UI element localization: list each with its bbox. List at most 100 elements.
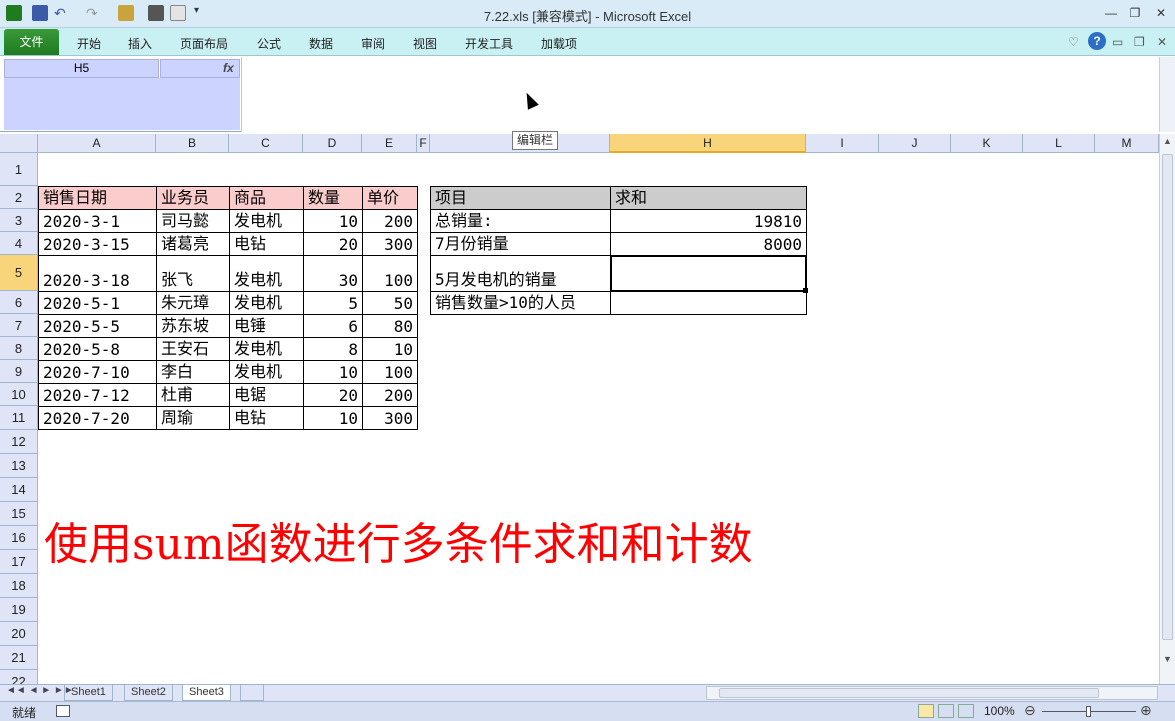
table-cell[interactable]: 100 bbox=[362, 360, 418, 384]
row-header-15[interactable]: 15 bbox=[0, 502, 38, 526]
table-cell[interactable]: 2020-3-18 bbox=[38, 255, 157, 292]
table-cell[interactable]: 10 bbox=[362, 337, 418, 361]
zoom-slider-thumb[interactable] bbox=[1086, 706, 1091, 717]
table2-value-qty-over-10[interactable] bbox=[610, 291, 807, 315]
sheet-tab-3-active[interactable]: Sheet3 bbox=[182, 685, 231, 701]
table1-header-product[interactable]: 商品 bbox=[229, 186, 304, 210]
table-cell[interactable]: 苏东坡 bbox=[156, 314, 230, 338]
col-header-d[interactable]: D bbox=[303, 134, 362, 153]
insert-function-icon[interactable]: fx bbox=[223, 61, 234, 75]
row-header-10[interactable]: 10 bbox=[0, 383, 38, 406]
row-header-21[interactable]: 21 bbox=[0, 646, 38, 670]
table-cell[interactable]: 300 bbox=[362, 406, 418, 430]
tab-formulas[interactable]: 公式 bbox=[257, 35, 281, 52]
tab-file[interactable]: 文件 bbox=[4, 29, 59, 55]
table-cell[interactable]: 张飞 bbox=[156, 255, 230, 292]
table1-header-price[interactable]: 单价 bbox=[362, 186, 418, 210]
table2-label-total[interactable]: 总销量: bbox=[430, 209, 611, 233]
table2-value-july[interactable]: 8000 bbox=[610, 232, 807, 256]
table-cell[interactable]: 100 bbox=[362, 255, 418, 292]
table-cell[interactable]: 2020-5-8 bbox=[38, 337, 157, 361]
table2-label-may-generator[interactable]: 5月发电机的销量 bbox=[430, 255, 611, 292]
table-cell[interactable]: 发电机 bbox=[229, 255, 304, 292]
table-cell[interactable]: 10 bbox=[303, 406, 363, 430]
row-header-18[interactable]: 18 bbox=[0, 574, 38, 598]
select-all-corner[interactable] bbox=[0, 134, 38, 153]
tab-developer[interactable]: 开发工具 bbox=[465, 35, 513, 52]
table-cell[interactable]: 发电机 bbox=[229, 291, 304, 315]
table-cell[interactable]: 8 bbox=[303, 337, 363, 361]
table-cell[interactable]: 80 bbox=[362, 314, 418, 338]
tab-view[interactable]: 视图 bbox=[413, 35, 437, 52]
row-header-14[interactable]: 14 bbox=[0, 478, 38, 502]
ribbon-minimize-icon[interactable]: ♡ bbox=[1068, 35, 1079, 49]
table-cell[interactable]: 电钻 bbox=[229, 232, 304, 256]
sheet-tab-1[interactable]: Sheet1 bbox=[64, 685, 113, 701]
table-cell[interactable]: 5 bbox=[303, 291, 363, 315]
table-cell[interactable]: 电锯 bbox=[229, 383, 304, 407]
col-header-c[interactable]: C bbox=[229, 134, 303, 153]
table-cell[interactable]: 电钻 bbox=[229, 406, 304, 430]
zoom-in-icon[interactable]: ⊕ bbox=[1140, 702, 1152, 719]
table-cell[interactable]: 发电机 bbox=[229, 209, 304, 233]
col-header-f[interactable]: F bbox=[417, 134, 430, 153]
tab-page-layout[interactable]: 页面布局 bbox=[180, 35, 228, 52]
help-icon[interactable]: ? bbox=[1088, 32, 1106, 50]
col-header-h[interactable]: H bbox=[610, 134, 806, 153]
table2-label-july[interactable]: 7月份销量 bbox=[430, 232, 611, 256]
table-cell[interactable]: 300 bbox=[362, 232, 418, 256]
row-header-22[interactable]: 22 bbox=[0, 670, 38, 684]
table-cell[interactable]: 发电机 bbox=[229, 360, 304, 384]
name-box[interactable]: H5 bbox=[4, 59, 159, 78]
table-cell[interactable]: 李白 bbox=[156, 360, 230, 384]
tab-insert[interactable]: 插入 bbox=[128, 35, 152, 52]
restore-icon[interactable]: ❐ bbox=[1124, 4, 1146, 22]
row-header-19[interactable]: 19 bbox=[0, 598, 38, 622]
workbook-close-icon[interactable]: ✕ bbox=[1157, 35, 1167, 49]
table1-header-salesperson[interactable]: 业务员 bbox=[156, 186, 230, 210]
row-header-16[interactable]: 16 bbox=[0, 526, 38, 550]
vertical-scroll-thumb[interactable] bbox=[1162, 154, 1173, 640]
tab-data[interactable]: 数据 bbox=[309, 35, 333, 52]
col-header-e[interactable]: E bbox=[362, 134, 417, 153]
table-cell[interactable]: 2020-7-12 bbox=[38, 383, 157, 407]
table-cell[interactable]: 200 bbox=[362, 383, 418, 407]
row-header-2[interactable]: 2 bbox=[0, 186, 38, 209]
workbook-restore-icon[interactable]: ❐ bbox=[1134, 35, 1145, 49]
row-header-5[interactable]: 5 bbox=[0, 255, 38, 291]
col-header-l[interactable]: L bbox=[1023, 134, 1095, 153]
row-header-3[interactable]: 3 bbox=[0, 209, 38, 232]
table-cell[interactable]: 2020-5-5 bbox=[38, 314, 157, 338]
table-cell[interactable]: 2020-3-1 bbox=[38, 209, 157, 233]
tab-addins[interactable]: 加载项 bbox=[541, 35, 577, 52]
table2-label-qty-over-10[interactable]: 销售数量>10的人员 bbox=[430, 291, 611, 315]
horizontal-scroll-thumb[interactable] bbox=[719, 688, 1099, 698]
table-cell[interactable]: 20 bbox=[303, 232, 363, 256]
table-cell[interactable]: 20 bbox=[303, 383, 363, 407]
page-layout-view-icon[interactable] bbox=[938, 704, 954, 718]
macro-record-icon[interactable] bbox=[56, 705, 70, 717]
table-cell[interactable]: 30 bbox=[303, 255, 363, 292]
table2-header-item[interactable]: 项目 bbox=[430, 186, 611, 210]
zoom-out-icon[interactable]: ⊖ bbox=[1024, 702, 1036, 719]
vertical-scrollbar[interactable]: ▲ ▼ bbox=[1159, 134, 1175, 684]
table-cell[interactable]: 6 bbox=[303, 314, 363, 338]
page-break-view-icon[interactable] bbox=[958, 704, 974, 718]
col-header-k[interactable]: K bbox=[951, 134, 1023, 153]
col-header-a[interactable]: A bbox=[38, 134, 156, 153]
table2-header-sum[interactable]: 求和 bbox=[610, 186, 807, 210]
active-cell-h5[interactable] bbox=[610, 255, 807, 292]
row-header-12[interactable]: 12 bbox=[0, 430, 38, 454]
row-header-9[interactable]: 9 bbox=[0, 360, 38, 383]
table2-value-total[interactable]: 19810 bbox=[610, 209, 807, 233]
table-cell[interactable]: 电锤 bbox=[229, 314, 304, 338]
table-cell[interactable]: 杜甫 bbox=[156, 383, 230, 407]
row-header-13[interactable]: 13 bbox=[0, 454, 38, 478]
workbook-minimize-icon[interactable]: ▭ bbox=[1112, 35, 1123, 49]
table-cell[interactable]: 周瑜 bbox=[156, 406, 230, 430]
table-cell[interactable]: 朱元璋 bbox=[156, 291, 230, 315]
table-cell[interactable]: 10 bbox=[303, 209, 363, 233]
table1-header-quantity[interactable]: 数量 bbox=[303, 186, 363, 210]
table-cell[interactable]: 10 bbox=[303, 360, 363, 384]
table-cell[interactable]: 司马懿 bbox=[156, 209, 230, 233]
